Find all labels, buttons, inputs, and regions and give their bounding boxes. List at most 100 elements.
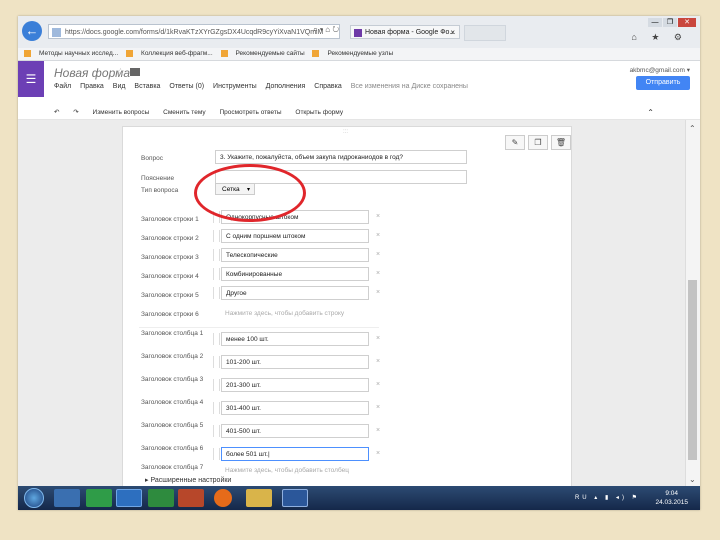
tab-title: Новая форма - Google Фо... (365, 29, 456, 36)
tab-close-icon[interactable]: × (450, 26, 455, 40)
menu-insert[interactable]: Вставка (134, 83, 160, 90)
remove-column-icon[interactable]: × (376, 381, 380, 388)
remove-column-icon[interactable]: × (376, 335, 380, 342)
close-window-button[interactable]: ✕ (678, 18, 696, 27)
remove-column-icon[interactable]: × (376, 450, 380, 457)
row-drag-handle[interactable] (213, 249, 220, 261)
browser-tool-icons[interactable]: ⌂ ★ ⚙ (631, 32, 688, 43)
column-drag-handle[interactable] (213, 356, 220, 368)
scroll-thumb[interactable] (688, 280, 697, 460)
view-responses-button[interactable]: Просмотреть ответы (219, 109, 281, 116)
edit-questions-button[interactable]: Изменить вопросы (93, 109, 150, 116)
redo-icon[interactable]: ↷ (73, 109, 78, 116)
clock-time: 9:04 (665, 490, 679, 497)
row-drag-handle[interactable] (213, 287, 220, 299)
row-title-input[interactable]: С одним поршнем штоком (221, 229, 369, 243)
bookmark-item[interactable]: Рекомендуемые сайты (220, 49, 305, 57)
word-icon[interactable] (282, 489, 308, 507)
change-theme-button[interactable]: Сменить тему (163, 109, 205, 116)
scroll-down-icon[interactable]: ⌄ (689, 475, 696, 484)
row-drag-handle[interactable] (213, 230, 220, 242)
remove-row-icon[interactable]: × (376, 289, 380, 296)
column-title-label: Заголовок столбца 2 (141, 353, 204, 360)
menu-view[interactable]: Вид (113, 83, 126, 90)
advanced-settings-toggle[interactable]: ▸ Расширенные настройки (145, 476, 231, 484)
question-input[interactable]: 3. Укажите, пожалуйста, объем закупа гид… (215, 150, 467, 164)
menu-tools[interactable]: Инструменты (213, 83, 257, 90)
bookmark-item[interactable]: Методы научных исслед... (24, 49, 118, 57)
start-button-icon[interactable] (24, 488, 44, 508)
address-bar[interactable]: https://docs.google.com/forms/d/1kRvaKTz… (48, 24, 340, 39)
column-drag-handle[interactable] (213, 425, 220, 437)
menu-addons[interactable]: Дополнения (266, 83, 306, 90)
collapse-icon[interactable]: ⌃ (647, 106, 654, 119)
star-icon[interactable]: ☆ (116, 67, 125, 78)
undo-icon[interactable]: ↶ (54, 109, 59, 116)
clock-date: 24.03.2015 (655, 499, 688, 506)
system-tray[interactable]: RU ▴ ▮ ◂) ⚑ (575, 494, 640, 501)
bookmark-icon (24, 49, 31, 57)
forms-menu-icon[interactable]: ☰ (18, 61, 44, 97)
column-title-input[interactable]: 201-300 шт. (221, 378, 369, 392)
section-divider (139, 327, 379, 328)
row-title-label: Заголовок строки 2 (141, 235, 199, 242)
column-drag-handle[interactable] (213, 448, 220, 460)
row-drag-handle[interactable] (213, 268, 220, 280)
remove-row-icon[interactable]: × (376, 232, 380, 239)
remove-column-icon[interactable]: × (376, 404, 380, 411)
remove-row-icon[interactable]: × (376, 270, 380, 277)
column-drag-handle[interactable] (213, 379, 220, 391)
save-status: Все изменения на Диске сохранены (350, 83, 468, 90)
browser-titlebar: ← https://docs.google.com/forms/d/1kRvaK… (18, 16, 700, 48)
menu-edit[interactable]: Правка (80, 83, 104, 90)
delete-icon[interactable]: 🗑 (551, 135, 571, 150)
user-email[interactable]: akbmc@gmail.com ▾ (630, 66, 690, 74)
row-title-input[interactable]: Комбинированные (221, 267, 369, 281)
column-title-input[interactable]: менее 100 шт. (221, 332, 369, 346)
remove-column-icon[interactable]: × (376, 358, 380, 365)
media-player-icon[interactable] (54, 489, 80, 507)
menu-file[interactable]: Файл (54, 83, 71, 90)
duplicate-icon[interactable]: ❐ (528, 135, 548, 150)
folder-icon[interactable] (130, 68, 140, 76)
page-scrollbar[interactable]: ⌃ ⌄ (685, 120, 700, 486)
column-title-input[interactable]: 101-200 шт. (221, 355, 369, 369)
excel-icon[interactable] (148, 489, 174, 507)
edit-icon[interactable]: ✎ (505, 135, 525, 150)
remove-row-icon[interactable]: × (376, 213, 380, 220)
send-button[interactable]: Отправить (636, 76, 690, 90)
menu-help[interactable]: Справка (314, 83, 341, 90)
column-drag-handle[interactable] (213, 333, 220, 345)
view-form-button[interactable]: Открыть форму (295, 109, 343, 116)
column-title-input-active[interactable]: более 501 шт.| (221, 447, 369, 461)
ie-browser-icon[interactable] (116, 489, 142, 507)
new-tab-button[interactable] (464, 25, 506, 41)
column-title-input[interactable]: 301-400 шт. (221, 401, 369, 415)
bookmark-item[interactable]: Коллекция веб-фрагм... (126, 49, 213, 57)
back-button[interactable]: ← (22, 21, 42, 41)
column-drag-handle[interactable] (213, 402, 220, 414)
powerpoint-icon[interactable] (178, 489, 204, 507)
scroll-up-icon[interactable]: ⌃ (689, 124, 696, 133)
maximize-button[interactable]: ❐ (663, 18, 677, 27)
system-clock[interactable]: 9:04 24.03.2015 (655, 489, 688, 507)
remove-column-icon[interactable]: × (376, 427, 380, 434)
firefox-icon[interactable] (214, 489, 232, 507)
screenshot-frame: ← https://docs.google.com/forms/d/1kRvaK… (18, 16, 700, 510)
minimize-button[interactable]: — (648, 18, 662, 27)
app-icon[interactable] (86, 489, 112, 507)
menu-responses[interactable]: Ответы (0) (169, 83, 204, 90)
explorer-folder-icon[interactable] (246, 489, 272, 507)
bookmark-item[interactable]: Рекомендуемые узлы (312, 49, 393, 57)
tab-forms[interactable]: Новая форма - Google Фо... × (350, 25, 460, 39)
add-column-hint[interactable]: Нажмите здесь, чтобы добавить столбец (225, 467, 349, 474)
column-title-label-new: Заголовок столбца 7 (141, 464, 204, 471)
drag-handle-icon[interactable]: ::: (343, 129, 348, 135)
add-row-hint[interactable]: Нажмите здесь, чтобы добавить строку (225, 310, 344, 317)
row-title-input[interactable]: Телескопические (221, 248, 369, 262)
bookmark-icon (126, 49, 134, 57)
row-title-input[interactable]: Другое (221, 286, 369, 300)
column-title-input[interactable]: 401-500 шт. (221, 424, 369, 438)
address-bar-icons[interactable]: ⌕ ▾ ⌂ ↻ (313, 25, 339, 35)
remove-row-icon[interactable]: × (376, 251, 380, 258)
